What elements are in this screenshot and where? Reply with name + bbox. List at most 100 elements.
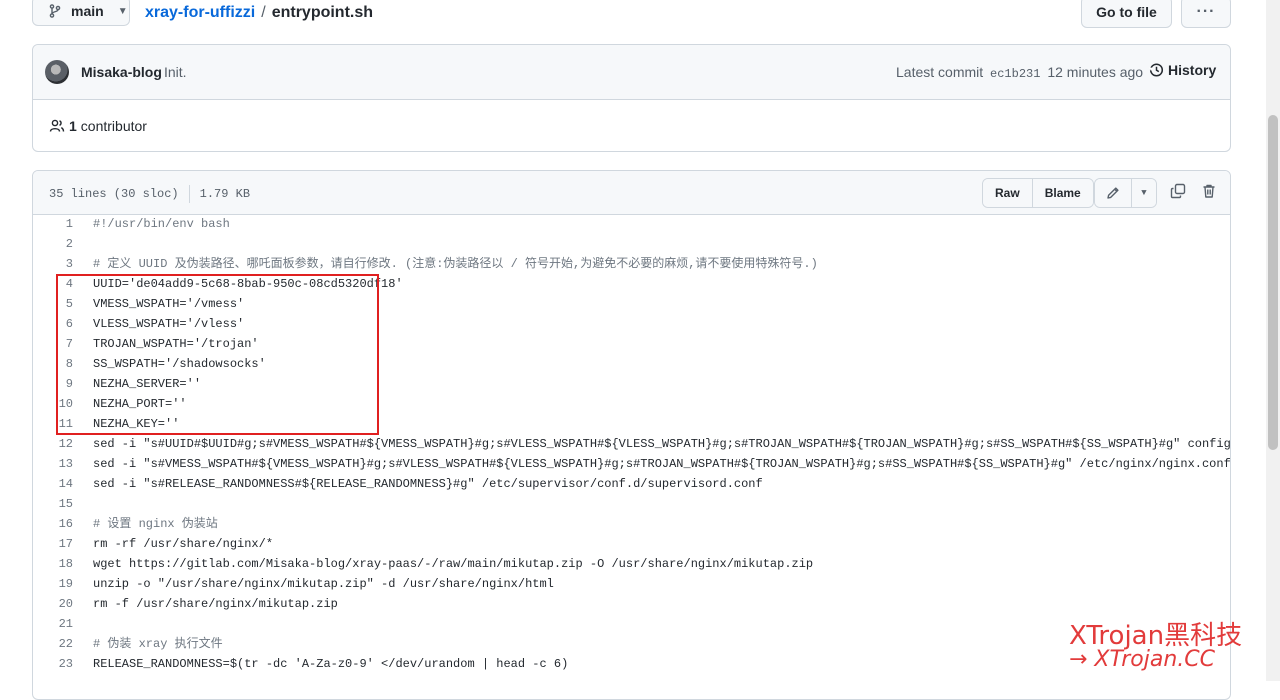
- code-text: VLESS_WSPATH='/vless': [93, 317, 245, 331]
- code-line: 23 RELEASE_RANDOMNESS=$(tr -dc 'A-Za-z0-9…: [33, 654, 1230, 674]
- branch-name: main: [71, 3, 104, 19]
- history-label: History: [1168, 62, 1217, 78]
- line-number[interactable]: 6: [33, 314, 73, 334]
- watermark-url: → XTrojan.CC: [1069, 647, 1215, 672]
- code-line: 22 # 伪装 xray 执行文件: [33, 634, 1230, 654]
- divider: [188, 185, 190, 203]
- code-text: TROJAN_WSPATH='/trojan': [93, 337, 259, 351]
- code-line: 14 sed -i "s#RELEASE_RANDOMNESS#${RELEASE…: [33, 474, 1230, 494]
- commit-message-link[interactable]: Init.: [164, 64, 187, 80]
- line-number[interactable]: 21: [33, 614, 73, 634]
- code-line: 17 rm -rf /usr/share/nginx/*: [33, 534, 1230, 554]
- line-number[interactable]: 17: [33, 534, 73, 554]
- commit-header: Misaka-blog Init. Latest commit ec1b231 …: [33, 45, 1230, 100]
- trash-icon[interactable]: [1201, 183, 1217, 199]
- people-icon: [49, 119, 65, 132]
- code-line: 13 sed -i "s#VMESS_WSPATH#${VMESS_WSPATH}…: [33, 454, 1230, 474]
- code-text: NEZHA_PORT='': [93, 397, 187, 411]
- file-header: 35 lines (30 sloc) 1.79 KB Raw Blame ▼: [33, 171, 1230, 215]
- line-number[interactable]: 14: [33, 474, 73, 494]
- chevron-down-icon: ▼: [1132, 188, 1156, 198]
- code-line: 11 NEZHA_KEY='': [33, 414, 1230, 434]
- more-options-button[interactable]: ···: [1181, 0, 1231, 28]
- code-text: sed -i "s#VMESS_WSPATH#${VMESS_WSPATH}#g…: [93, 457, 1231, 471]
- code-text: NEZHA_SERVER='': [93, 377, 202, 391]
- copy-icon[interactable]: [1170, 183, 1186, 199]
- raw-button[interactable]: Raw: [983, 179, 1032, 207]
- code-text: # 定义 UUID 及伪装路径、哪吒面板参数，请自行修改. (注意:伪装路径以 …: [93, 257, 818, 271]
- line-count: 35 lines (30 sloc): [49, 187, 179, 202]
- code-line: 4 UUID='de04add9-5c68-8bab-950c-08cd5320d…: [33, 274, 1230, 294]
- line-number[interactable]: 9: [33, 374, 73, 394]
- file-nav-bar: main ▼ xray-for-uffizzi / entrypoint.sh Go…: [32, 0, 1231, 28]
- line-number[interactable]: 22: [33, 634, 73, 654]
- line-number[interactable]: 15: [33, 494, 73, 514]
- edit-button[interactable]: [1095, 179, 1131, 207]
- breadcrumb: xray-for-uffizzi / entrypoint.sh: [145, 4, 373, 22]
- code-line: 1 #!/usr/bin/env bash: [33, 214, 1230, 234]
- branch-selector-button[interactable]: main ▼: [32, 0, 130, 26]
- code-text: # 伪装 xray 执行文件: [93, 637, 223, 651]
- avatar[interactable]: [45, 60, 69, 84]
- code-line: 7 TROJAN_WSPATH='/trojan': [33, 334, 1230, 354]
- blame-button[interactable]: Blame: [1031, 179, 1093, 207]
- pencil-icon: [1107, 187, 1119, 199]
- line-number[interactable]: 19: [33, 574, 73, 594]
- code-text: UUID='de04add9-5c68-8bab-950c-08cd5320df…: [93, 277, 403, 291]
- line-number[interactable]: 5: [33, 294, 73, 314]
- code-text: wget https://gitlab.com/Misaka-blog/xray…: [93, 557, 814, 571]
- file-info: 35 lines (30 sloc) 1.79 KB: [49, 185, 250, 203]
- line-number[interactable]: 8: [33, 354, 73, 374]
- file-viewer: 35 lines (30 sloc) 1.79 KB Raw Blame ▼ 1 #…: [32, 170, 1231, 700]
- chevron-down-icon: ▼: [117, 5, 128, 17]
- code-text: RELEASE_RANDOMNESS=$(tr -dc 'A-Za-z0-9' …: [93, 657, 569, 671]
- line-number[interactable]: 13: [33, 454, 73, 474]
- latest-commit-label: Latest commit: [896, 64, 984, 80]
- line-number[interactable]: 23: [33, 654, 73, 674]
- contributors-link[interactable]: 1 contributor: [49, 118, 147, 134]
- code-line: 3 # 定义 UUID 及伪装路径、哪吒面板参数，请自行修改. (注意:伪装路径以…: [33, 254, 1230, 274]
- scrollbar[interactable]: [1266, 0, 1280, 681]
- code-line: 20 rm -f /usr/share/nginx/mikutap.zip: [33, 594, 1230, 614]
- code-text: rm -f /usr/share/nginx/mikutap.zip: [93, 597, 338, 611]
- scrollbar-thumb[interactable]: [1268, 115, 1278, 450]
- code-line: 9 NEZHA_SERVER='': [33, 374, 1230, 394]
- line-number[interactable]: 7: [33, 334, 73, 354]
- commit-sha-link[interactable]: ec1b231: [990, 67, 1040, 81]
- code-view: 1 #!/usr/bin/env bash 2 3 # 定义 UUID 及伪装路径、哪吒…: [33, 214, 1230, 674]
- code-line: 16 # 设置 nginx 伪装站: [33, 514, 1230, 534]
- code-text: NEZHA_KEY='': [93, 417, 180, 431]
- latest-commit-info: Latest commit ec1b231 12 minutes ago: [896, 64, 1143, 81]
- line-number[interactable]: 11: [33, 414, 73, 434]
- line-number[interactable]: 18: [33, 554, 73, 574]
- go-to-file-button[interactable]: Go to file: [1081, 0, 1172, 28]
- file-size: 1.79 KB: [199, 187, 251, 202]
- code-text: VMESS_WSPATH='/vmess': [93, 297, 245, 311]
- code-text: sed -i "s#UUID#$UUID#g;s#VMESS_WSPATH#${…: [93, 437, 1231, 451]
- code-text: # 设置 nginx 伪装站: [93, 517, 218, 531]
- code-line: 6 VLESS_WSPATH='/vless': [33, 314, 1230, 334]
- code-line: 21: [33, 614, 1230, 634]
- line-number[interactable]: 16: [33, 514, 73, 534]
- line-number[interactable]: 4: [33, 274, 73, 294]
- history-link[interactable]: History: [1148, 62, 1216, 78]
- file-name: entrypoint.sh: [271, 4, 374, 21]
- commit-author-link[interactable]: Misaka-blog: [81, 64, 162, 80]
- edit-button-group: ▼: [1094, 178, 1157, 208]
- edit-dropdown-button[interactable]: ▼: [1131, 179, 1156, 207]
- line-number[interactable]: 2: [33, 234, 73, 254]
- code-line: 18 wget https://gitlab.com/Misaka-blog/xr…: [33, 554, 1230, 574]
- latest-commit-box: Misaka-blog Init. Latest commit ec1b231 …: [32, 44, 1231, 152]
- code-text: sed -i "s#RELEASE_RANDOMNESS#${RELEASE_R…: [93, 477, 763, 491]
- line-number[interactable]: 10: [33, 394, 73, 414]
- code-line: 15: [33, 494, 1230, 514]
- raw-blame-group: Raw Blame: [982, 178, 1094, 208]
- code-line: 19 unzip -o "/usr/share/nginx/mikutap.zip…: [33, 574, 1230, 594]
- line-number[interactable]: 12: [33, 434, 73, 454]
- code-line: 5 VMESS_WSPATH='/vmess': [33, 294, 1230, 314]
- contributors-count: 1: [69, 118, 77, 134]
- line-number[interactable]: 20: [33, 594, 73, 614]
- line-number[interactable]: 1: [33, 214, 73, 234]
- line-number[interactable]: 3: [33, 254, 73, 274]
- repo-link[interactable]: xray-for-uffizzi: [145, 4, 255, 21]
